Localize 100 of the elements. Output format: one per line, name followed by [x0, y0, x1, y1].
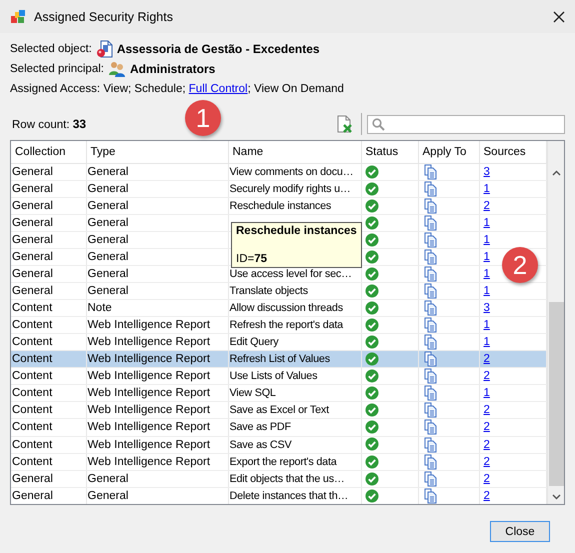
- documents-icon[interactable]: [424, 368, 436, 384]
- sources-link[interactable]: 1: [484, 336, 490, 348]
- collection-cell: General: [11, 232, 86, 249]
- name-cell: Edit objects that the us…: [228, 470, 361, 488]
- sources-link[interactable]: 2: [484, 490, 490, 502]
- collection-cell: Content: [11, 368, 86, 385]
- scroll-up-icon[interactable]: [552, 170, 560, 176]
- documents-icon[interactable]: [424, 454, 436, 470]
- documents-icon[interactable]: [424, 232, 436, 248]
- granted-check-icon: [364, 454, 378, 469]
- documents-icon[interactable]: [424, 300, 436, 316]
- documents-icon[interactable]: [424, 488, 436, 504]
- principal-name: Administrators: [130, 62, 216, 76]
- documents-icon[interactable]: [424, 317, 436, 333]
- granted-check-icon: [364, 182, 378, 196]
- documents-icon[interactable]: [424, 215, 436, 231]
- name-cell: Export the report's data: [228, 453, 361, 470]
- documents-icon[interactable]: [424, 283, 436, 299]
- documents-icon[interactable]: [424, 198, 436, 214]
- granted-check-icon: [364, 386, 378, 400]
- sources-link[interactable]: 2: [484, 404, 490, 416]
- sources-link[interactable]: 1: [484, 234, 490, 246]
- type-cell: General: [86, 487, 228, 504]
- close-icon[interactable]: [552, 10, 564, 22]
- documents-icon[interactable]: [424, 419, 436, 435]
- type-cell: General: [86, 266, 228, 283]
- type-cell: General: [86, 214, 228, 232]
- column-header[interactable]: Type: [86, 141, 228, 164]
- granted-check-icon: [364, 318, 378, 332]
- column-header[interactable]: Name: [228, 141, 361, 164]
- collection-cell: General: [11, 248, 86, 266]
- collection-cell: Content: [11, 402, 86, 419]
- sources-link[interactable]: 2: [484, 200, 490, 212]
- granted-check-icon: [364, 250, 378, 264]
- granted-check-icon: [364, 233, 378, 248]
- column-header[interactable]: Collection: [11, 141, 86, 164]
- documents-icon[interactable]: [424, 181, 436, 197]
- search-field[interactable]: [367, 114, 565, 134]
- documents-icon[interactable]: [424, 249, 436, 265]
- sources-link[interactable]: 1: [484, 285, 490, 298]
- sources-link[interactable]: 2: [484, 353, 490, 366]
- app-icon: [10, 8, 26, 24]
- documents-icon[interactable]: [424, 351, 436, 367]
- sources-link[interactable]: 1: [484, 251, 490, 264]
- collection-cell: General: [11, 198, 86, 215]
- sources-link[interactable]: 2: [484, 456, 490, 468]
- collection-cell: Content: [11, 316, 86, 334]
- type-cell: General: [86, 180, 228, 198]
- documents-icon[interactable]: [424, 436, 436, 452]
- sources-link[interactable]: 1: [484, 183, 490, 196]
- tooltip-title: Reschedule instances: [236, 225, 357, 237]
- type-cell: Web Intelligence Report: [86, 316, 228, 334]
- column-header[interactable]: Sources: [479, 141, 546, 164]
- sources-link[interactable]: 2: [484, 438, 490, 451]
- sources-link[interactable]: 3: [484, 166, 490, 178]
- tooltip-id: ID=75: [236, 253, 268, 265]
- documents-icon[interactable]: [424, 164, 436, 180]
- name-cell: View comments on docu…: [228, 164, 361, 181]
- name-cell: View SQL: [228, 384, 361, 402]
- granted-check-icon: [364, 352, 378, 366]
- type-cell: General: [86, 470, 228, 488]
- name-cell: Use Lists of Values: [228, 368, 361, 385]
- documents-icon[interactable]: [424, 266, 436, 282]
- name-cell: Translate objects: [228, 282, 361, 300]
- documents-icon[interactable]: [424, 470, 436, 486]
- sources-link[interactable]: 1: [484, 319, 490, 332]
- column-header[interactable]: Status: [361, 141, 418, 164]
- export-spreadsheet-icon[interactable]: [336, 115, 353, 133]
- sources-link[interactable]: 2: [484, 370, 490, 382]
- documents-icon[interactable]: [424, 334, 436, 350]
- granted-check-icon: [364, 164, 378, 179]
- window-title: Assigned Security Rights: [34, 10, 173, 24]
- scroll-down-icon[interactable]: [552, 494, 560, 500]
- close-button[interactable]: Close: [490, 521, 550, 542]
- type-cell: General: [86, 248, 228, 266]
- name-cell: Refresh List of Values: [228, 350, 361, 368]
- sources-link[interactable]: 1: [484, 217, 490, 230]
- type-cell: Web Intelligence Report: [86, 384, 228, 402]
- sources-link[interactable]: 2: [484, 421, 490, 434]
- column-header[interactable]: Apply To: [418, 141, 479, 164]
- type-cell: Web Intelligence Report: [86, 453, 228, 470]
- assigned-access-text: Assigned Access: View; Schedule; Full Control; View On Demand: [10, 83, 344, 95]
- granted-check-icon: [364, 301, 378, 316]
- sources-link[interactable]: 2: [484, 472, 490, 485]
- sources-link[interactable]: 3: [484, 302, 490, 314]
- name-cell: Refresh the report's data: [228, 316, 361, 334]
- scrollbar[interactable]: [546, 141, 564, 504]
- full-control-link[interactable]: Full Control: [188, 83, 248, 95]
- type-cell: General: [86, 232, 228, 249]
- sources-link[interactable]: 1: [484, 387, 490, 400]
- name-cell: Save as Excel or Text: [228, 402, 361, 419]
- documents-icon[interactable]: [424, 402, 436, 418]
- collection-cell: Content: [11, 453, 86, 470]
- documents-icon[interactable]: [424, 385, 436, 401]
- sources-link[interactable]: 1: [484, 268, 490, 280]
- collection-cell: Content: [11, 418, 86, 436]
- type-cell: Web Intelligence Report: [86, 402, 228, 419]
- collection-cell: General: [11, 180, 86, 198]
- name-cell: Delete instances that th…: [228, 487, 361, 504]
- users-icon: [108, 61, 126, 77]
